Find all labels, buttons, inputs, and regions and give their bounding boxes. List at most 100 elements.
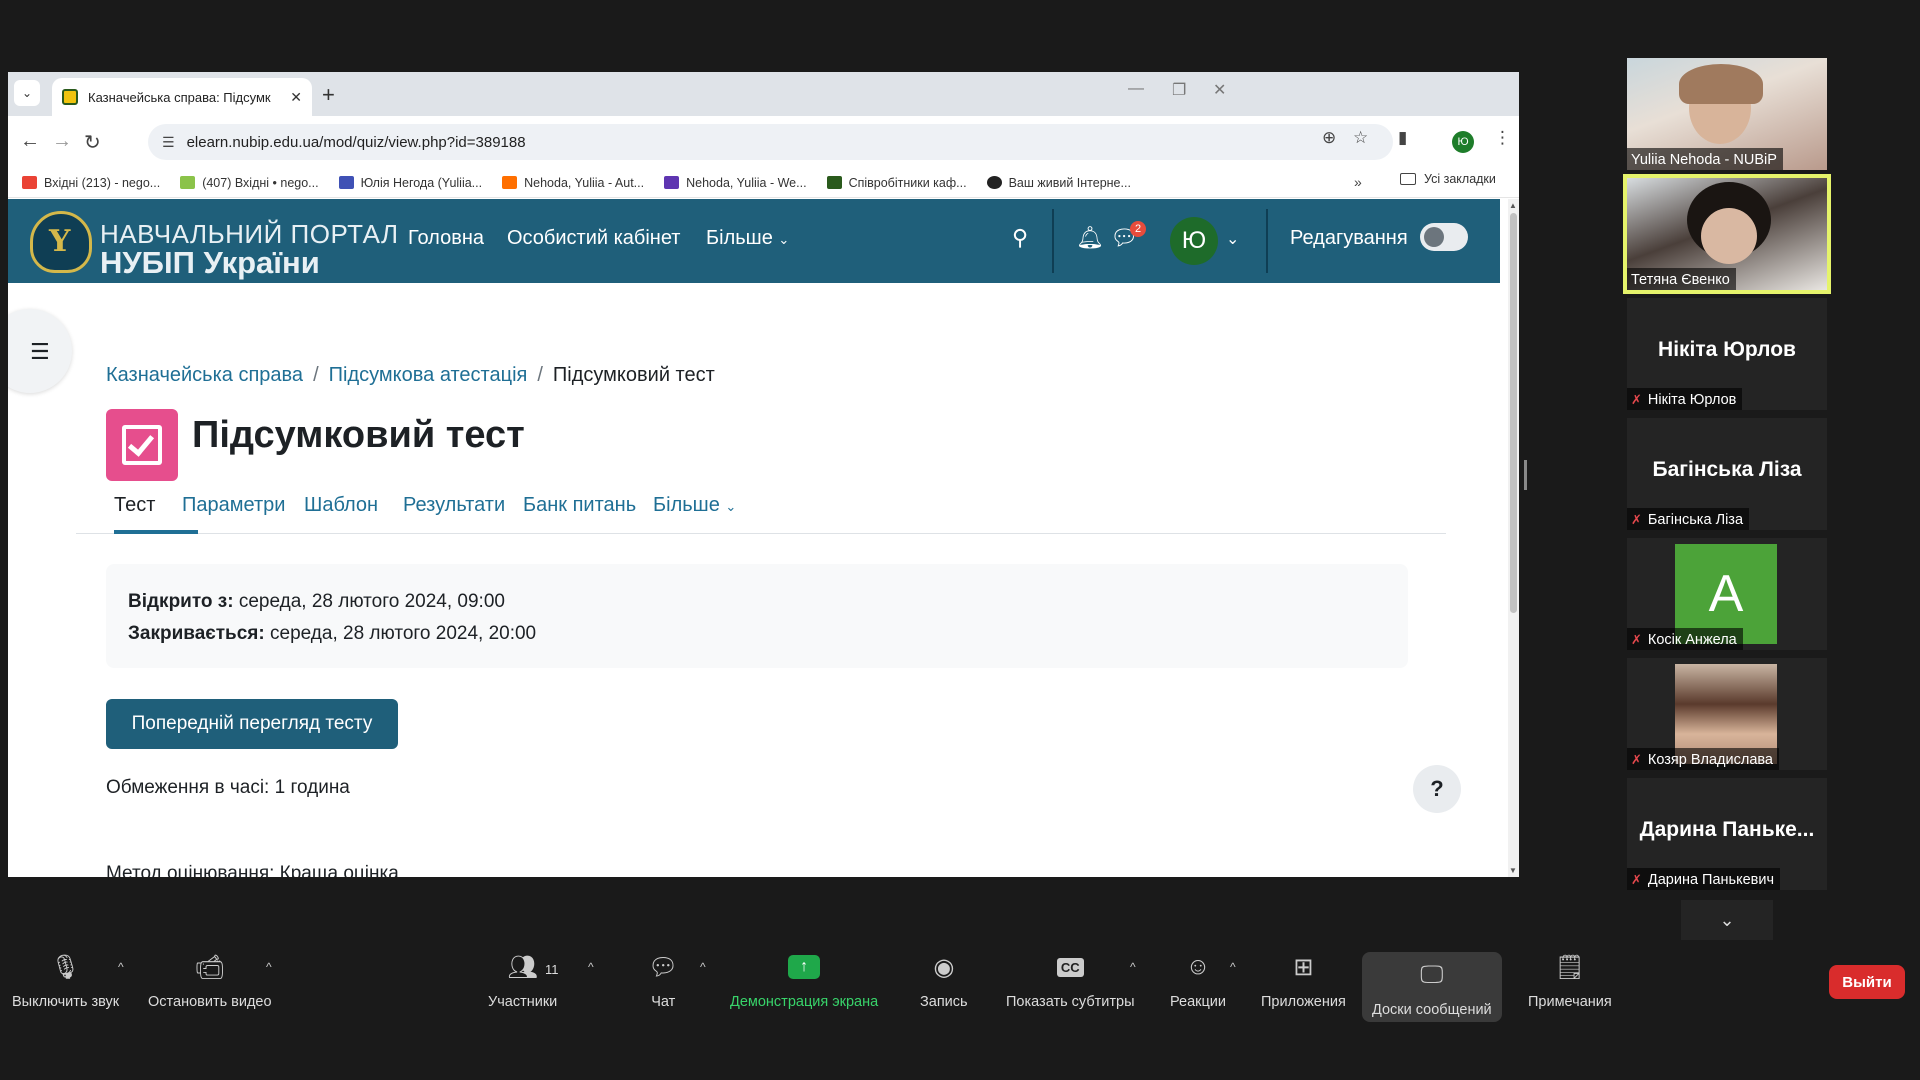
page-scrollbar[interactable]: ▲ ▼	[1508, 199, 1519, 877]
toggle-knob	[1424, 227, 1444, 247]
whiteboards-button[interactable]: 🖵︎ Доски сообщений	[1362, 952, 1502, 1022]
nubip-icon	[826, 176, 842, 189]
all-bookmarks-button[interactable]: Усі закладки	[1400, 172, 1496, 186]
new-tab-button[interactable]: +	[322, 82, 335, 108]
audio-options-caret-icon[interactable]: ^	[118, 960, 124, 974]
site-logo[interactable]: НАВЧАЛЬНИЙ ПОРТАЛ НУБІП України	[30, 205, 398, 280]
scrollbar-thumb[interactable]	[1510, 213, 1517, 613]
participant-name-label: ✗ Нікіта Юрлов	[1627, 388, 1743, 410]
breadcrumb-course-link[interactable]: Казначейська справа	[106, 364, 303, 386]
bookmark-item[interactable]: Співробітники каф...	[826, 176, 967, 190]
zoom-icon[interactable]: ⊕	[1322, 128, 1336, 148]
participant-tile[interactable]: Yuliia Nehoda - NUBiP	[1627, 58, 1827, 170]
participant-tile[interactable]: Багінська Ліза ✗ Багінська Ліза	[1627, 418, 1827, 530]
record-icon: ◉	[933, 953, 955, 981]
tab-close-icon[interactable]: ✕	[290, 89, 302, 106]
reactions-options-caret-icon[interactable]: ^	[1230, 960, 1236, 974]
more-bookmarks-icon[interactable]: »	[1354, 174, 1362, 190]
course-index-button[interactable]: ☰	[8, 309, 72, 393]
participant-display-name: Нікіта Юрлов	[1658, 338, 1796, 361]
back-icon[interactable]: ←	[20, 130, 40, 153]
help-button[interactable]: ?	[1413, 765, 1461, 813]
forward-icon[interactable]: →	[52, 130, 72, 153]
user-menu-chevron-icon[interactable]: ⌄	[1226, 229, 1239, 249]
tab-template[interactable]: Шаблон	[304, 494, 378, 517]
active-tab-indicator	[114, 530, 198, 534]
tab-quiz[interactable]: Тест	[114, 494, 155, 517]
video-options-caret-icon[interactable]: ^	[266, 960, 272, 974]
bookmark-item[interactable]: Ваш живий Інтерне...	[986, 176, 1131, 190]
restore-icon[interactable]: ❐	[1172, 80, 1186, 100]
participant-tile[interactable]: Дарина Паньке... ✗ Дарина Панькевич	[1627, 778, 1827, 890]
address-bar[interactable]: ☰ elearn.nubip.edu.ua/mod/quiz/view.php?…	[148, 124, 1393, 160]
reactions-button[interactable]: ☺ Реакции	[1170, 950, 1226, 1010]
notes-button[interactable]: 🗒︎ Примечания	[1528, 950, 1612, 1011]
scroll-down-icon[interactable]: ▼	[1509, 866, 1517, 875]
participant-tile[interactable]: Нікіта Юрлов ✗ Нікіта Юрлов	[1627, 298, 1827, 410]
participant-tile-active-speaker[interactable]: Тетяна Євенко	[1623, 174, 1831, 294]
quiz-dates-panel: Відкрито з: середа, 28 лютого 2024, 09:0…	[106, 564, 1408, 668]
participant-display-name: Дарина Паньке...	[1639, 818, 1815, 841]
bookmark-star-icon[interactable]: ☆	[1353, 128, 1368, 148]
reaction-emoji-icon: ☺	[1185, 953, 1211, 980]
participant-tile[interactable]: A ✗ Косік Анжела	[1627, 538, 1827, 650]
stop-video-button[interactable]: 📹︎ Остановить видео	[148, 950, 272, 1011]
opened-date: Відкрито з: середа, 28 лютого 2024, 09:0…	[128, 591, 505, 612]
scholar-icon	[338, 176, 354, 189]
bookmark-item[interactable]: (407) Вхідні • nego...	[180, 176, 319, 190]
side-panel-icon[interactable]: ▮	[1398, 128, 1407, 148]
tab-settings[interactable]: Параметри	[182, 494, 285, 517]
user-avatar[interactable]: Ю	[1170, 217, 1218, 265]
scroll-up-icon[interactable]: ▲	[1509, 201, 1517, 210]
participants-options-caret-icon[interactable]: ^	[588, 960, 594, 974]
participants-button[interactable]: 👥︎ Участники	[488, 950, 557, 1011]
tab-more[interactable]: Більше ⌄	[653, 494, 736, 517]
chat-icon: 💬︎	[648, 953, 679, 981]
tab-search-button[interactable]: ⌄	[14, 80, 40, 106]
tab-results[interactable]: Результати	[403, 494, 505, 517]
bookmark-item[interactable]: Nehoda, Yuliia - Aut...	[502, 176, 644, 190]
closes-date: Закривається: середа, 28 лютого 2024, 20…	[128, 623, 537, 644]
mute-button[interactable]: 🎙︎ Выключить звук	[12, 950, 119, 1011]
page-viewport: НАВЧАЛЬНИЙ ПОРТАЛ НУБІП України Головна …	[8, 199, 1508, 877]
site-info-icon[interactable]: ☰	[162, 134, 175, 151]
edit-mode-toggle[interactable]	[1420, 223, 1468, 251]
folder-icon	[1400, 173, 1416, 185]
chat-button[interactable]: 💬︎ Чат	[648, 950, 679, 1011]
crest-icon	[30, 211, 92, 273]
apps-icon: ⊞	[1293, 953, 1314, 981]
menu-kebab-icon[interactable]: ⋮	[1494, 128, 1511, 148]
apps-button[interactable]: ⊞ Приложения	[1261, 950, 1346, 1011]
bookmark-item[interactable]: Юлія Негода (Yuliia...	[338, 176, 482, 190]
nav-home-link[interactable]: Головна	[408, 227, 484, 250]
participant-tile[interactable]: ✗ Козяр Владислава	[1627, 658, 1827, 770]
bookmark-item[interactable]: Вхідні (213) - nego...	[22, 176, 160, 190]
preview-quiz-button[interactable]: Попередній перегляд тесту	[106, 699, 398, 749]
bookmark-item[interactable]: Nehoda, Yuliia - We...	[664, 176, 807, 190]
tab-question-bank[interactable]: Банк питань	[523, 494, 636, 517]
nav-divider	[1266, 209, 1268, 273]
browser-profile-avatar[interactable]: Ю	[1452, 131, 1474, 153]
record-button[interactable]: ◉ Запись	[920, 950, 968, 1011]
bell-icon[interactable]: 🔔︎	[1076, 225, 1104, 251]
window-close-icon[interactable]: ✕	[1213, 80, 1226, 100]
participants-count: 11	[545, 962, 559, 977]
split-view-handle[interactable]	[1524, 460, 1527, 490]
scopus-icon	[502, 176, 518, 189]
reload-icon[interactable]: ↻	[84, 130, 101, 155]
share-screen-button[interactable]: ↑ Демонстрация экрана	[730, 950, 878, 1010]
search-icon[interactable]: ⚲	[1012, 225, 1028, 251]
chat-options-caret-icon[interactable]: ^	[700, 960, 706, 974]
breadcrumb-section-link[interactable]: Підсумкова атестація	[329, 364, 528, 386]
nav-more-link[interactable]: Більше ⌄	[706, 227, 789, 250]
nav-cabinet-link[interactable]: Особистий кабінет	[507, 227, 680, 250]
captions-button[interactable]: CC Показать субтитры	[1006, 950, 1135, 1010]
grading-method-text: Метод оцінювання: Краща оцінка	[106, 863, 399, 877]
minimize-icon[interactable]: —	[1128, 80, 1144, 98]
tab-strip: ⌄ Казначейська справа: Підсумк ✕ + — ❐ ✕	[8, 72, 1519, 116]
captions-options-caret-icon[interactable]: ^	[1130, 960, 1136, 974]
leave-meeting-button[interactable]: Выйти	[1829, 965, 1905, 999]
logo-line2: НУБІП України	[100, 245, 320, 280]
participants-scroll-down-button[interactable]: ⌄	[1681, 900, 1773, 940]
browser-tab[interactable]: Казначейська справа: Підсумк ✕	[52, 78, 312, 116]
